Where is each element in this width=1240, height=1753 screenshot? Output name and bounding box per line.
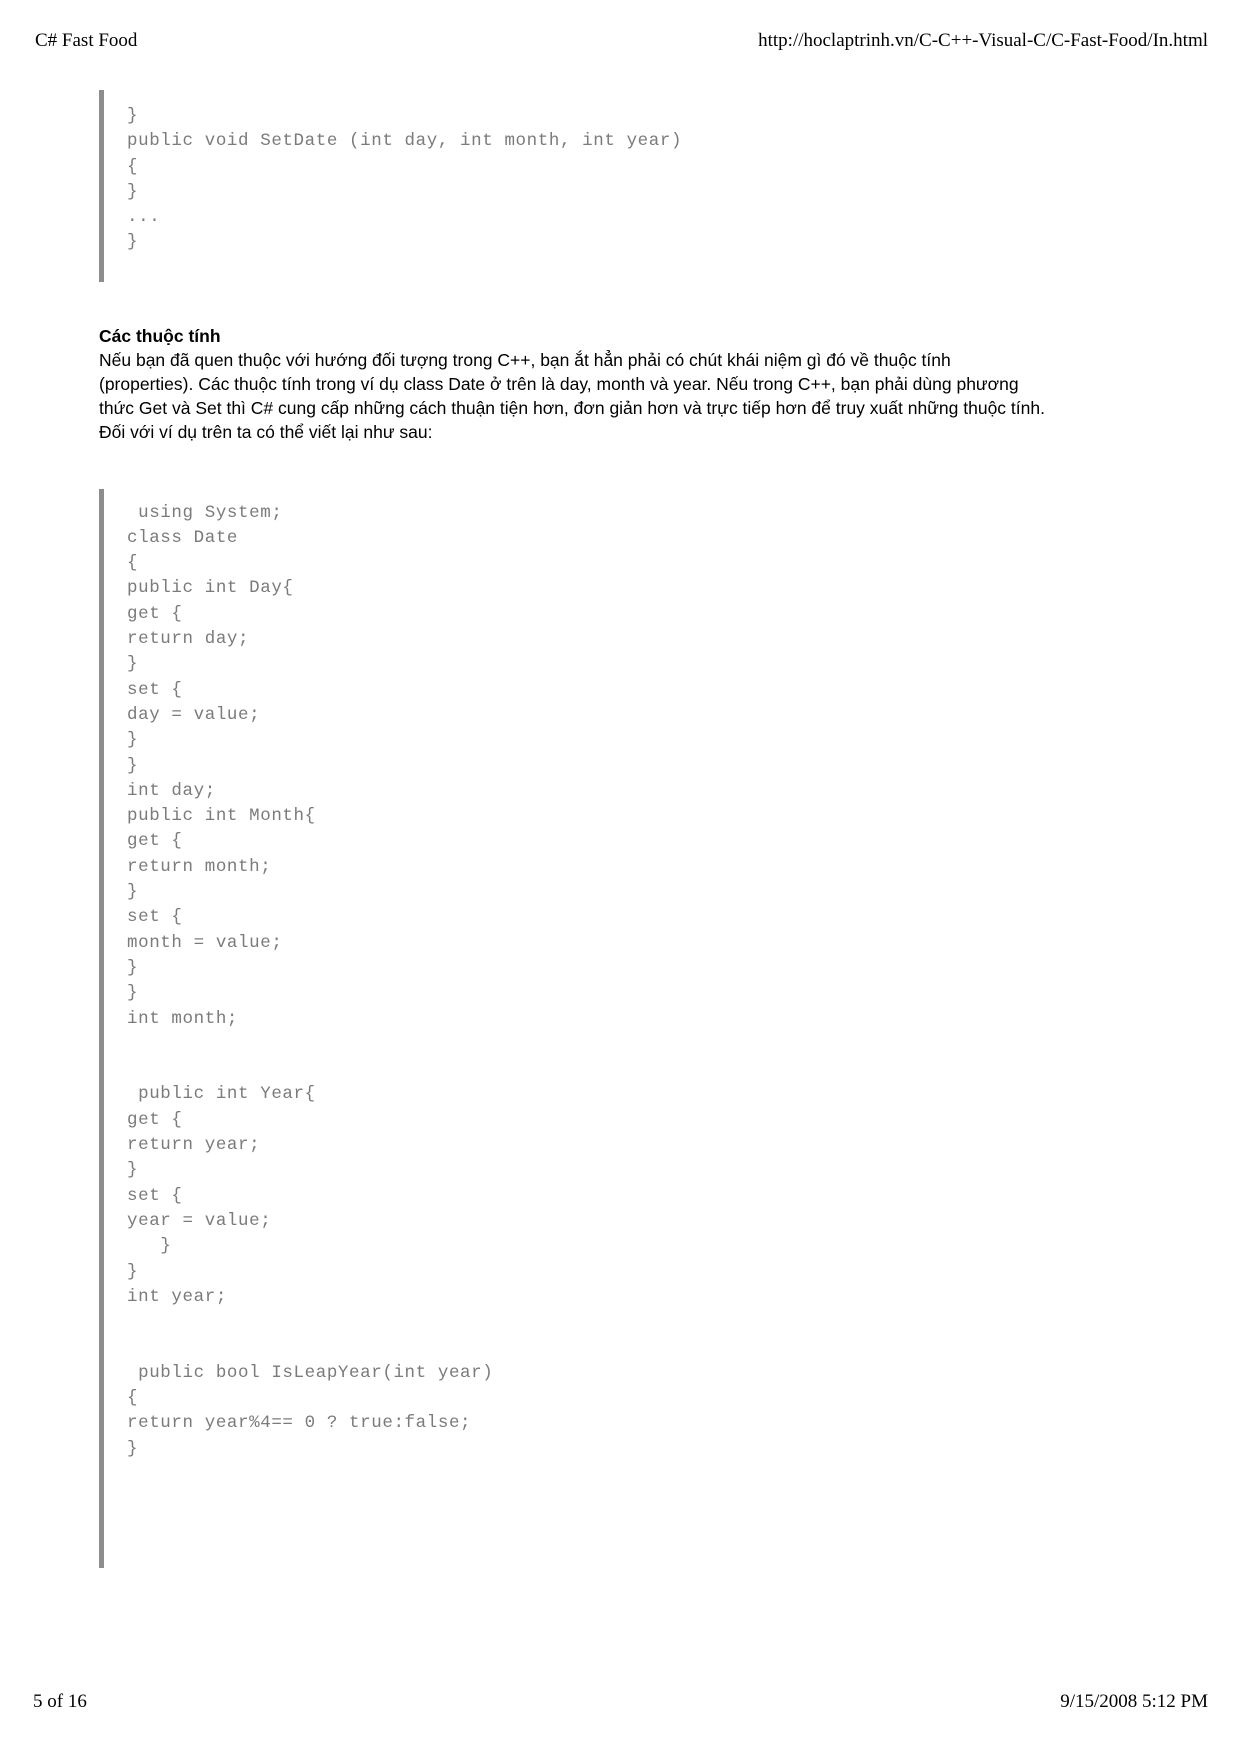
code-line: ... (127, 207, 161, 228)
code-line: } (127, 755, 139, 776)
code-line: } (127, 1160, 139, 1181)
code-line: } (127, 957, 139, 978)
source-url: http://hoclaptrinh.vn/C-C++-Visual-C/C-F… (758, 30, 1208, 51)
paragraph-line: Nếu bạn đã quen thuộc với hướng đối tượn… (99, 349, 951, 370)
section-properties: Các thuộc tính Nếu bạn đã quen thuộc với… (99, 324, 1045, 445)
code-line: } (127, 106, 139, 126)
code-line: } (127, 232, 139, 253)
code-line: return day; (127, 629, 250, 650)
code-line: return year; (127, 1135, 261, 1156)
document-title: C# Fast Food (35, 30, 138, 51)
code-line: day = value; (127, 704, 261, 725)
code-line: { (127, 553, 139, 574)
code-line: public void SetDate (int day, int month,… (127, 131, 683, 152)
code-line: } (127, 1261, 139, 1282)
section-heading: Các thuộc tính (99, 325, 221, 346)
code-line: return month; (127, 856, 272, 877)
paragraph-line: Đối với ví dụ trên ta có thể viết lại nh… (99, 422, 433, 443)
code-line: year = value; (127, 1210, 272, 1231)
code-line: int year; (127, 1286, 227, 1307)
code-line: get { (127, 831, 183, 852)
code-line: } (127, 882, 139, 903)
document-content: } public void SetDate (int day, int mont… (0, 90, 1240, 1568)
code-line: public int Year{ (127, 1084, 316, 1105)
page-footer: 5 of 16 9/15/2008 5:12 PM (0, 1691, 1240, 1717)
code-line: class Date (127, 527, 239, 548)
code-line: public bool IsLeapYear(int year) (127, 1362, 494, 1383)
code-line: public int Day{ (127, 578, 294, 599)
code-line: } (127, 1438, 139, 1459)
code-block-date-properties: using System; class Date { public int Da… (99, 488, 1240, 1568)
code-line: } (127, 730, 139, 751)
code-line: { (127, 156, 139, 177)
code-line: int day; (127, 780, 216, 801)
code-line: } (127, 983, 139, 1004)
code-line: int month; (127, 1008, 239, 1029)
code-line: set { (127, 907, 183, 928)
page-number: 5 of 16 (33, 1691, 87, 1712)
print-timestamp: 9/15/2008 5:12 PM (1060, 1691, 1208, 1712)
code-line: get { (127, 1109, 183, 1130)
code-line: month = value; (127, 932, 283, 953)
code-line: get { (127, 603, 183, 624)
code-line: set { (127, 679, 183, 700)
code-line: using System; (127, 502, 283, 523)
code-line: } (127, 1236, 172, 1257)
code-line: } (127, 654, 139, 675)
code-line: return year%4== 0 ? true:false; (127, 1413, 472, 1434)
code-line: { (127, 1387, 139, 1408)
paragraph-line: thức Get và Set thì C# cung cấp những cá… (99, 398, 1045, 419)
code-line: public int Month{ (127, 806, 316, 827)
page-header: C# Fast Food http://hoclaptrinh.vn/C-C++… (0, 30, 1240, 58)
code-block-setdate: } public void SetDate (int day, int mont… (99, 90, 1240, 282)
code-line: } (127, 181, 139, 202)
code-line: set { (127, 1185, 183, 1206)
paragraph-line: (properties). Các thuộc tính trong ví dụ… (99, 373, 1019, 394)
